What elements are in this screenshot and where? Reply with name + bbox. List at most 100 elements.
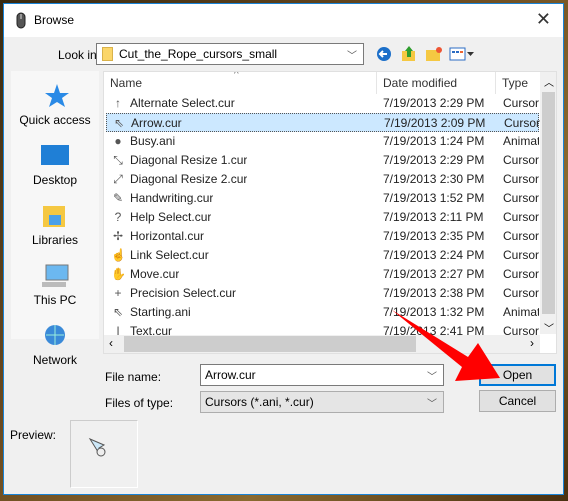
file-icon: ⇖ bbox=[113, 116, 125, 130]
scroll-right-icon[interactable]: › bbox=[530, 336, 534, 350]
mouse-icon bbox=[16, 12, 26, 29]
file-row[interactable]: ↑ Alternate Select.cur 7/19/2013 2:29 PM Cu… bbox=[106, 94, 539, 113]
file-row[interactable]: + Precision Select.cur 7/19/2013 2:38 PM Cu… bbox=[106, 284, 539, 303]
file-date: 7/19/2013 2:38 PM bbox=[383, 286, 485, 300]
file-icon: ↑ bbox=[115, 96, 121, 110]
sidebar-item-network[interactable]: Network bbox=[11, 323, 99, 367]
sidebar-item-label: Libraries bbox=[31, 233, 79, 247]
back-icon[interactable] bbox=[376, 46, 392, 62]
column-header-name[interactable]: Name bbox=[104, 72, 377, 94]
look-in-value: Cut_the_Rope_cursors_small bbox=[119, 47, 278, 61]
file-row[interactable]: ✋ Move.cur 7/19/2013 2:27 PM Cursor bbox=[106, 265, 539, 284]
file-type: Cursor bbox=[503, 172, 539, 186]
file-type: Cursor bbox=[503, 267, 539, 281]
file-row[interactable]: ⇖ Starting.ani 7/19/2013 1:32 PM Animated bbox=[106, 303, 539, 322]
sidebar-item-quick-access[interactable]: Quick access bbox=[11, 83, 99, 127]
scroll-left-icon[interactable]: ‹ bbox=[109, 336, 113, 350]
file-name: Diagonal Resize 1.cur bbox=[130, 153, 248, 167]
file-name: Arrow.cur bbox=[131, 116, 182, 130]
file-row[interactable]: ⇖ Arrow.cur 7/19/2013 2:09 PM Cursor bbox=[106, 113, 540, 132]
file-icon: ☝ bbox=[111, 248, 125, 262]
file-type: Cursor bbox=[504, 116, 540, 130]
computer-icon bbox=[42, 264, 69, 287]
file-type: Cursor bbox=[503, 191, 539, 205]
preview-label: Preview: bbox=[10, 428, 57, 442]
chevron-down-icon[interactable]: ﹀ bbox=[427, 395, 437, 410]
folder-icon bbox=[102, 47, 113, 61]
chevron-down-icon: ﹀ bbox=[347, 51, 357, 62]
file-name: Horizontal.cur bbox=[130, 229, 205, 243]
sidebar-item-label: Network bbox=[32, 353, 77, 367]
star-icon bbox=[45, 84, 69, 107]
sidebar-item-label: Desktop bbox=[32, 173, 78, 187]
file-date: 7/19/2013 2:29 PM bbox=[383, 153, 485, 167]
file-type-select[interactable]: Cursors (*.ani, *.cur) ﹀ bbox=[200, 391, 444, 413]
file-icon: ✋ bbox=[111, 267, 125, 281]
file-name: Alternate Select.cur bbox=[130, 96, 235, 110]
file-row[interactable]: ✎ Handwriting.cur 7/19/2013 1:52 PM Cursor bbox=[106, 189, 539, 208]
file-icon: ? bbox=[114, 210, 122, 224]
file-type: Animated bbox=[503, 134, 539, 148]
file-date: 7/19/2013 2:27 PM bbox=[383, 267, 485, 281]
file-icon: + bbox=[114, 286, 122, 300]
libraries-icon bbox=[43, 206, 65, 227]
chevron-down-icon[interactable]: ﹀ bbox=[427, 368, 437, 383]
file-date: 7/19/2013 2:11 PM bbox=[383, 210, 484, 224]
file-row[interactable]: ☝ Link Select.cur 7/19/2013 2:24 PM Cursor bbox=[106, 246, 539, 265]
file-date: 7/19/2013 2:35 PM bbox=[383, 229, 485, 243]
file-name-input[interactable]: Arrow.cur ﹀ bbox=[200, 364, 444, 386]
new-folder-icon[interactable] bbox=[425, 46, 443, 62]
file-name: Move.cur bbox=[130, 267, 180, 281]
file-type-value: Cursors (*.ani, *.cur) bbox=[205, 395, 314, 409]
file-type: Cursor bbox=[503, 210, 539, 224]
look-in-combo[interactable]: Cut_the_Rope_cursors_small ﹀ bbox=[96, 43, 364, 65]
file-row[interactable]: ⤡ Diagonal Resize 1.cur 7/19/2013 2:29 PM C… bbox=[106, 151, 539, 170]
file-date: 7/19/2013 2:30 PM bbox=[383, 172, 485, 186]
column-header-date[interactable]: Date modified bbox=[377, 72, 496, 94]
preview-box bbox=[70, 420, 138, 488]
file-icon: ● bbox=[114, 134, 122, 148]
file-date: 7/19/2013 1:52 PM bbox=[383, 191, 485, 205]
close-button[interactable]: ✕ bbox=[536, 9, 551, 30]
cancel-button[interactable]: Cancel bbox=[479, 390, 556, 412]
file-row[interactable]: ? Help Select.cur 7/19/2013 2:11 PM Cursor bbox=[106, 208, 539, 227]
file-name: Starting.ani bbox=[130, 305, 191, 319]
sidebar-item-label: This PC bbox=[33, 293, 77, 307]
vertical-scrollbar[interactable]: ︿ ﹀ bbox=[540, 72, 556, 335]
file-name-value: Arrow.cur bbox=[205, 368, 256, 382]
browse-dialog: Browse ✕ Look in: Cut_the_Rope_cursors_s… bbox=[3, 3, 564, 495]
scrollbar-thumb[interactable] bbox=[124, 336, 416, 352]
file-row[interactable]: ● Busy.ani 7/19/2013 1:24 PM Animated bbox=[106, 132, 539, 151]
file-type: Cursor bbox=[503, 286, 539, 300]
file-icon: ✎ bbox=[112, 191, 124, 205]
file-icon: ⤡ bbox=[113, 153, 123, 167]
file-name: Precision Select.cur bbox=[130, 286, 237, 300]
sidebar-item-desktop[interactable]: Desktop bbox=[11, 143, 99, 187]
places-bar: Quick access Desktop Libraries This PC N… bbox=[11, 71, 99, 367]
scrollbar-thumb[interactable] bbox=[542, 92, 555, 314]
file-name-label: File name: bbox=[105, 370, 162, 384]
file-date: 7/19/2013 1:24 PM bbox=[383, 134, 485, 148]
scroll-up-icon[interactable]: ︿ bbox=[544, 74, 554, 89]
sidebar-item-label: Quick access bbox=[19, 113, 91, 127]
sidebar-item-this-pc[interactable]: This PC bbox=[11, 263, 99, 307]
look-in-label: Look in: bbox=[58, 48, 101, 62]
file-name: Help Select.cur bbox=[130, 210, 212, 224]
file-name: Diagonal Resize 2.cur bbox=[130, 172, 248, 186]
file-date: 7/19/2013 1:32 PM bbox=[383, 305, 485, 319]
scroll-down-icon[interactable]: ﹀ bbox=[544, 320, 554, 335]
column-header-type[interactable]: Type bbox=[496, 72, 540, 94]
horizontal-scrollbar[interactable]: ‹ › bbox=[104, 335, 540, 353]
file-row[interactable]: ✢ Horizontal.cur 7/19/2013 2:35 PM Cursor bbox=[106, 227, 539, 246]
file-icon: ⤢ bbox=[113, 172, 123, 186]
file-icon: ✢ bbox=[112, 229, 124, 243]
file-row[interactable]: ⤢ Diagonal Resize 2.cur 7/19/2013 2:30 PM C… bbox=[106, 170, 539, 189]
arrow-cursor-preview-icon bbox=[88, 437, 106, 457]
file-type: Cursor bbox=[503, 153, 539, 167]
sidebar-item-libraries[interactable]: Libraries bbox=[11, 203, 99, 247]
open-button[interactable]: Open bbox=[479, 364, 556, 386]
view-menu-icon[interactable] bbox=[449, 47, 475, 61]
file-icon: ⇖ bbox=[112, 305, 124, 319]
file-list: ^ Name Date modified Type ↑ Alternate Sel… bbox=[103, 71, 557, 354]
up-folder-icon[interactable] bbox=[401, 44, 417, 62]
